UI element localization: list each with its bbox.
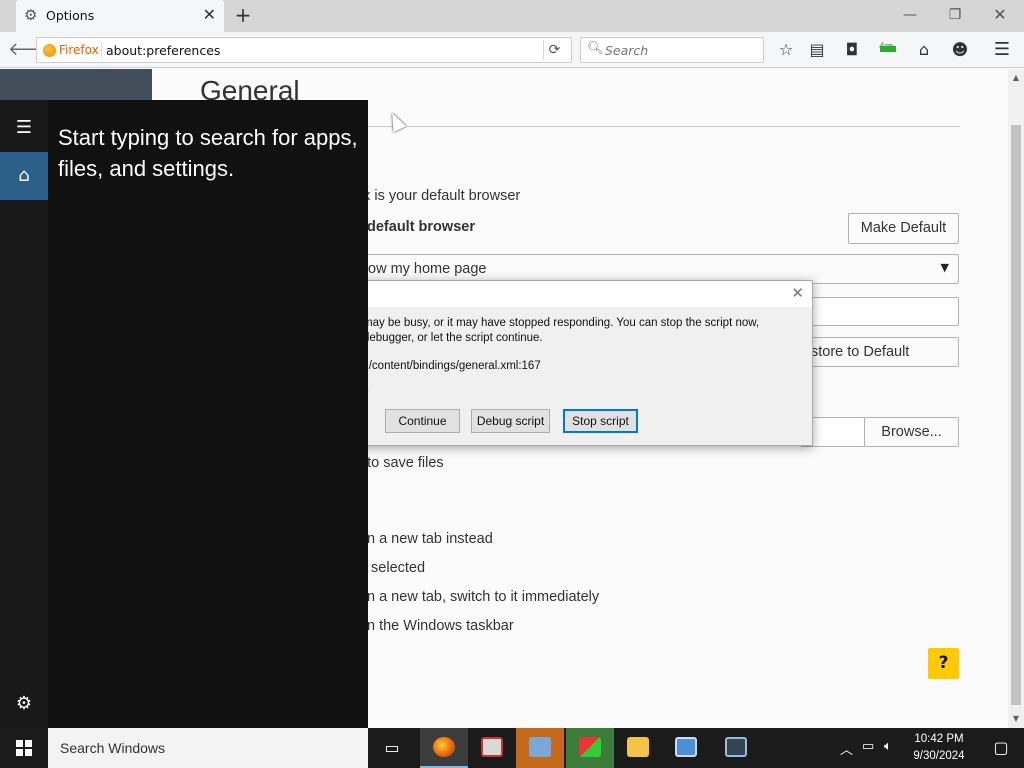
browse-button[interactable]: Browse... (864, 417, 959, 447)
restore-default-button[interactable]: store to Default (800, 337, 959, 367)
help-button[interactable]: ? (928, 648, 959, 679)
windows-logo-icon (16, 740, 32, 756)
close-window-button[interactable]: ✕ (980, 4, 1020, 26)
volume-icon[interactable]: 🔈︎ (884, 739, 892, 754)
new-tab-button[interactable]: + (232, 4, 254, 26)
tab-option-3[interactable]: n a new tab, switch to it immediately (367, 589, 599, 605)
url-bar[interactable]: Firefox about:preferences ⟳ (36, 37, 572, 63)
search-icon: 🔍︎ (587, 41, 604, 56)
dialog-header: ✕ (341, 281, 812, 307)
task-view-icon[interactable]: ▭ (368, 728, 416, 768)
start-button[interactable] (0, 728, 48, 768)
hello-icon[interactable]: ☻ (948, 38, 972, 62)
home-icon[interactable]: ⌂ (0, 152, 48, 200)
taskbar-monitor-icon[interactable] (712, 728, 760, 768)
dialog-message-line-1: ge may be busy, or it may have stopped r… (347, 317, 760, 329)
taskbar-control-panel-icon[interactable] (662, 728, 710, 768)
tab-option-1[interactable]: n a new tab instead (367, 531, 493, 547)
taskbar-search-label: Search Windows (60, 740, 166, 756)
dialog-message: ge may be busy, or it may have stopped r… (347, 316, 807, 346)
tab-title: Options (46, 8, 95, 23)
default-browser-check-label[interactable]: default browser (367, 219, 475, 235)
taskbar-file-explorer-icon[interactable] (614, 728, 662, 768)
script-path: obal/content/bindings/general.xml:167 (347, 360, 541, 372)
minimize-button[interactable]: — (890, 4, 930, 26)
debug-script-button[interactable]: Debug script (471, 409, 550, 433)
bookmark-star-icon[interactable]: ☆ (774, 38, 798, 62)
tray-chevron-up-icon[interactable]: ︿ (840, 739, 853, 758)
clock-date: 9/30/2024 (913, 750, 965, 762)
close-tab-button[interactable]: ✕ (203, 6, 216, 24)
taskbar-clock[interactable]: 10:42 PM 9/30/2024 (906, 731, 972, 765)
clock-time: 10:42 PM (914, 733, 964, 745)
make-default-button[interactable]: Make Default (848, 213, 959, 244)
network-icon[interactable]: ▭ (862, 739, 874, 754)
nav-bar: 🡐 Firefox about:preferences ⟳ 🔍︎ ☆ ▤ ◘ 4… (0, 32, 1024, 68)
dialog-message-line-2: he debugger, or let the script continue. (347, 332, 543, 344)
save-files-option[interactable]: e to save files (355, 455, 444, 471)
start-rail: ☰ ⌂ ⚙ (0, 100, 48, 728)
taskbar-app-close-icon[interactable] (468, 728, 516, 768)
taskbar-installer-icon[interactable] (516, 728, 564, 768)
startup-select-value: ow my home page (368, 261, 487, 277)
stop-script-button[interactable]: Stop script (563, 409, 638, 433)
home-page-field[interactable] (800, 297, 959, 326)
gear-icon: ⚙ (24, 6, 38, 24)
back-button[interactable]: 🡐 (8, 39, 56, 61)
unresponsive-script-dialog: ✕ ge may be busy, or it may have stopped… (340, 280, 813, 446)
pocket-icon[interactable]: ◘ (840, 38, 864, 62)
search-input[interactable] (605, 42, 755, 59)
home-icon[interactable]: ⌂ (912, 38, 936, 62)
hamburger-menu-icon[interactable]: ☰ (0, 104, 48, 152)
tab-option-4[interactable]: n the Windows taskbar (367, 618, 514, 634)
scroll-up-icon[interactable]: ▲ (1008, 71, 1024, 85)
taskbar-firefox-icon[interactable] (420, 728, 468, 768)
page-scrollbar[interactable]: ▲ ▼ (1008, 69, 1024, 728)
reload-icon[interactable]: ⟳ (543, 40, 565, 60)
chevron-down-icon: ▼ (940, 261, 949, 274)
firefox-logo-icon (43, 44, 56, 57)
identity-label: Firefox (59, 43, 99, 57)
default-browser-status: ox is your default browser (355, 188, 521, 204)
scroll-thumb[interactable] (1011, 125, 1021, 705)
taskbar-app-icon[interactable] (566, 728, 614, 768)
tab-options[interactable]: ⚙ Options ✕ (16, 0, 224, 32)
menu-icon[interactable]: ☰ (990, 38, 1014, 62)
url-text[interactable]: about:preferences (106, 43, 220, 58)
taskbar: Search Windows ▭ ︿ ▭ 🔈︎ 10:42 PM 9/30/20… (0, 728, 1024, 768)
scroll-down-icon[interactable]: ▼ (1008, 712, 1024, 726)
action-center-icon[interactable]: ▢ (978, 728, 1024, 768)
continue-button[interactable]: Continue (385, 409, 460, 433)
url-divider (101, 42, 102, 58)
restore-button[interactable]: ❐ (935, 4, 975, 26)
settings-gear-icon[interactable]: ⚙ (0, 680, 48, 728)
reading-list-icon[interactable]: ▤ (805, 38, 829, 62)
download-icon[interactable]: 4m (876, 38, 900, 62)
dialog-close-icon[interactable]: ✕ (791, 284, 804, 302)
start-search-panel: ☰ ⌂ ⚙ Start typing to search for apps, f… (0, 100, 368, 728)
search-hint: Start typing to search for apps, files, … (58, 125, 358, 181)
tab-option-2[interactable]: selected (367, 560, 425, 576)
search-bar[interactable]: 🔍︎ (580, 37, 764, 63)
taskbar-search-box[interactable]: Search Windows (48, 728, 368, 768)
tab-strip: ⚙ Options ✕ + — ❐ ✕ (0, 0, 1024, 32)
